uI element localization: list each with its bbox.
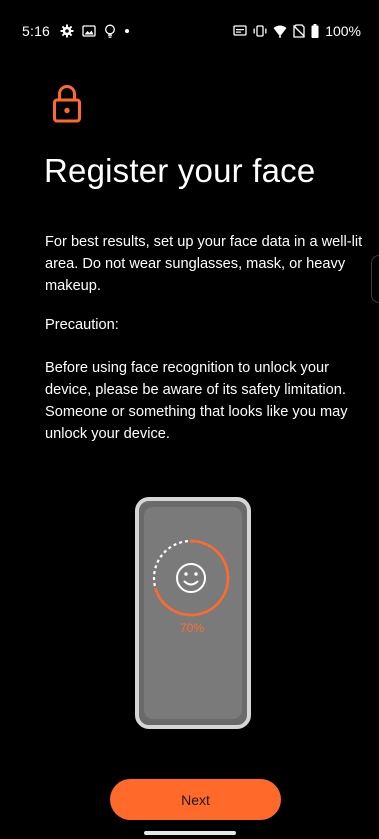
wifi-icon [273,25,287,38]
screencast-icon [233,25,247,36]
status-bar: 5:16 100% [0,0,379,62]
status-time: 5:16 [22,23,51,39]
precaution-text: Before using face recognition to unlock … [45,360,348,442]
smiley-icon [176,563,206,593]
image-icon [82,25,96,37]
lock-icon [53,85,81,123]
bulb-icon [105,24,115,38]
next-button[interactable]: Next [110,779,281,820]
lock-icon-wrap [52,84,82,124]
precaution-heading: Precaution: [45,317,119,333]
battery-percent: 100% [325,23,361,39]
dot-icon [125,29,129,33]
status-left-icons [60,22,130,40]
instructions-text: For best results, set up your face data … [45,234,363,294]
progress-ring-fill [154,539,230,617]
vibrate-icon [253,25,267,37]
face-progress-ring [152,539,230,617]
progress-label: 70% [179,621,205,635]
battery-icon [311,24,319,38]
page-title: Register your face [44,152,316,189]
gear-icon [60,24,74,38]
home-indicator[interactable] [144,831,236,835]
no-sim-icon [293,24,306,38]
side-drawer-handle[interactable] [371,255,379,303]
status-right-icons: 100% [233,22,361,40]
